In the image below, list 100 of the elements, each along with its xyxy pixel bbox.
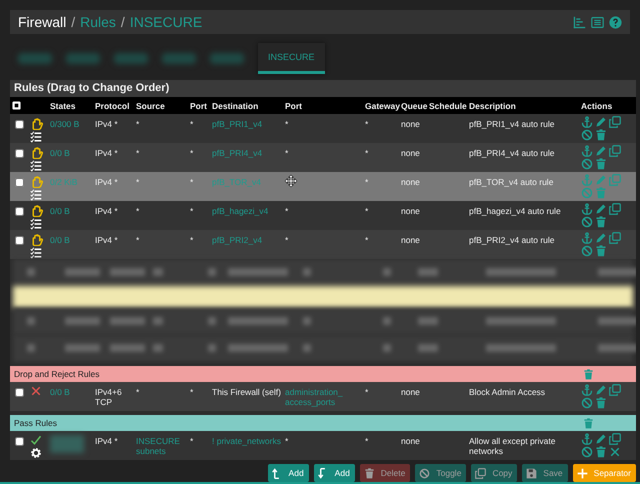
hand-icon [30,175,43,188]
trash-icon[interactable] [595,129,607,141]
copy-icon[interactable] [609,433,621,445]
action-button[interactable]: Add [268,464,309,482]
states-link[interactable]: 0/0 B [50,148,91,158]
table-cell: * [365,436,368,446]
anchor-icon[interactable] [581,203,593,215]
table-cell: IPv4 * [95,235,118,245]
states-link[interactable]: 0/300 B [50,119,91,129]
rule-row[interactable]: IPv4 * INSECURE subnets * ! private_networks * * none Allow all except private networks [10,431,636,460]
breadcrumb-link[interactable]: INSECURE [130,14,202,30]
table-cell: none [401,148,420,158]
alias-link[interactable]: pfB_PRI2_v4 [212,235,281,245]
trash-icon[interactable] [595,216,607,228]
copy-icon[interactable] [609,145,621,157]
tab[interactable]: INSECURE [258,42,325,74]
table-cell: pfB_PRI4_v4 auto rule [469,148,555,158]
hand-icon [30,233,43,246]
pencil-icon[interactable] [595,384,607,396]
column-header: Schedule [429,100,467,110]
row-checkbox[interactable] [15,120,24,129]
separator-label: Pass Rules [14,418,57,428]
pencil-icon[interactable] [595,232,607,244]
copy-icon[interactable] [609,116,621,128]
select-all-icon[interactable] [12,101,21,110]
states-link[interactable]: 0/0 B [50,387,91,397]
row-checkbox[interactable] [15,149,24,158]
table-cell: * [136,119,140,129]
column-header: Port [285,100,302,110]
column-header: Protocol [95,100,130,110]
trash-icon[interactable] [595,245,607,257]
rule-row[interactable]: 0/2 KiB IPv4 * * * pfB_TOR_v4 * none pfB_TOR_v4 auto rule [10,172,636,201]
rule-row[interactable]: 0/300 B IPv4 * * * pfB_PRI1_v4 * * none pfB_PRI1_v4 auto rule [10,114,636,143]
separator-row[interactable]: Pass Rules [10,415,636,431]
table-cell: none [401,235,420,245]
list-icon[interactable] [591,16,604,28]
alias-link[interactable]: pfB_PRI1_v4 [212,119,281,129]
column-header: Destination [212,100,258,110]
anchor-icon[interactable] [581,232,593,244]
table-cell: * [190,235,194,245]
table-cell: IPv4 * [95,119,118,129]
copy-icon[interactable] [609,232,621,244]
ban-icon[interactable] [581,129,593,141]
alias-link[interactable]: ! private_networks [212,436,281,446]
trash-icon[interactable] [595,397,607,409]
alias-link[interactable]: INSECURE subnets [136,436,186,456]
breadcrumb-link[interactable]: Rules [80,14,116,30]
ban-icon[interactable] [581,397,593,409]
bar-chart-icon[interactable] [573,16,586,28]
table-cell: * [190,206,194,216]
separator-row[interactable]: Drop and Reject Rules [10,366,636,382]
anchor-icon[interactable] [581,116,593,128]
trash-icon [364,468,375,478]
pencil-icon[interactable] [595,433,607,445]
trash-icon[interactable] [595,158,607,170]
anchor-icon[interactable] [581,433,593,445]
add-separator-button[interactable]: Separator [572,464,636,482]
states-link[interactable]: 0/0 B [50,206,91,216]
states-link[interactable]: 0/0 B [50,235,91,245]
pencil-icon[interactable] [595,203,607,215]
table-cell: * [285,119,288,129]
row-checkbox[interactable] [15,388,24,397]
pencil-icon[interactable] [595,145,607,157]
table-cell: * [136,148,140,158]
alias-link[interactable]: pfB_hagezi_v4 [212,206,281,216]
rule-row[interactable]: 0/0 B IPv4 * * * pfB_PRI4_v4 * * none pfB_PRI4_v4 auto rule [10,143,636,172]
table-cell: * [190,436,194,446]
checklist-icon [30,247,42,259]
table-cell: This Firewall (self) [212,387,281,397]
table-cell: IPv4+6 TCP [95,387,122,407]
ban-icon[interactable] [581,446,593,458]
table-cell: * [285,436,288,446]
table-cell: * [365,206,368,216]
anchor-icon[interactable] [581,145,593,157]
alias-link[interactable]: pfB_PRI4_v4 [212,148,281,158]
alias-link[interactable]: administration_ access_ports [285,387,361,407]
rule-row[interactable]: 0/0 B IPv4 * * * pfB_PRI2_v4 * * none pfB_PRI2_v4 auto rule [10,230,636,259]
row-checkbox[interactable] [15,207,24,216]
rule-row[interactable]: 0/0 B IPv4+6 TCP * * This Firewall (self) administration_ access_ports * none Block Admin Access [10,382,636,411]
copy-icon[interactable] [609,384,621,396]
table-cell: Block Admin Access [469,387,546,397]
row-checkbox[interactable] [15,437,24,446]
action-button[interactable]: Add [314,464,355,482]
row-checkbox[interactable] [15,236,24,245]
rule-row[interactable]: 0/0 B IPv4 * * * pfB_hagezi_v4 * * none pfB_hagezi_v4 auto rule [10,201,636,230]
ban-icon[interactable] [581,245,593,257]
pencil-icon[interactable] [595,116,607,128]
hand-icon [30,146,43,159]
close-icon[interactable] [609,446,621,458]
anchor-icon[interactable] [581,384,593,396]
column-header: Actions [581,100,612,110]
row-checkbox[interactable] [15,178,24,187]
ban-icon[interactable] [581,216,593,228]
table-cell: * [285,206,288,216]
table-cell: * [136,206,140,216]
copy-icon[interactable] [609,203,621,215]
help-icon[interactable] [609,16,622,28]
table-cell: pfB_hagezi_v4 auto rule [469,206,561,216]
ban-icon[interactable] [581,158,593,170]
trash-icon[interactable] [595,446,607,458]
